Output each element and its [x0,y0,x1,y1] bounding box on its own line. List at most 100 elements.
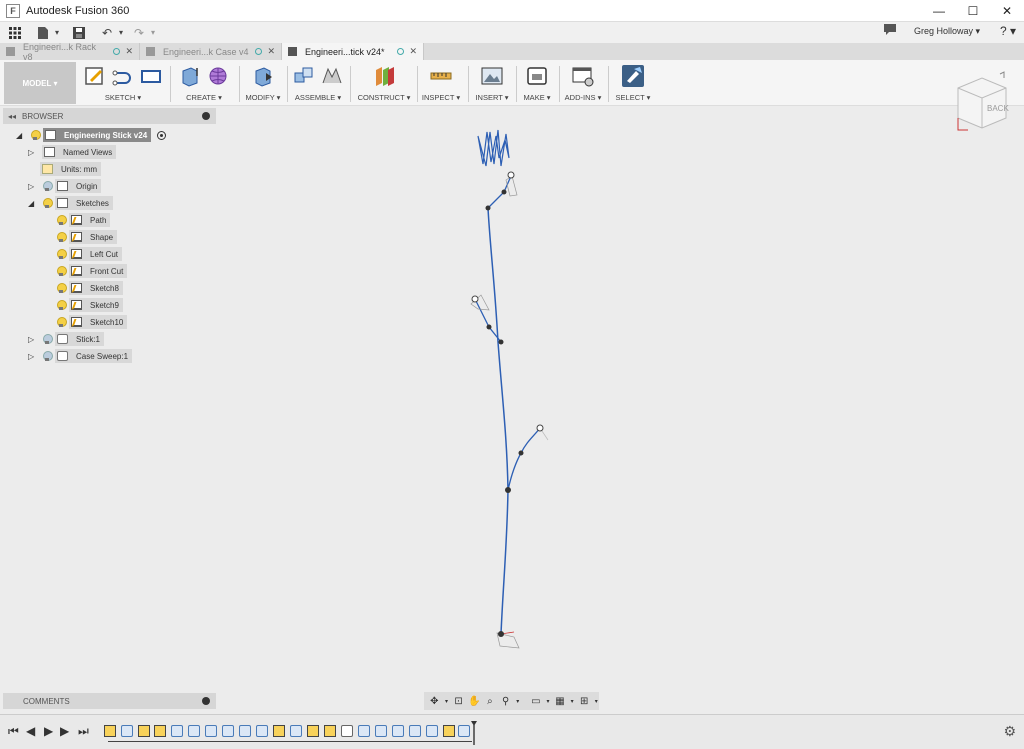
browser-panel-header[interactable]: ◂◂ BROWSER [3,108,216,124]
timeline-feature-icon[interactable] [375,725,387,737]
timeline-marker-handle[interactable] [471,721,477,745]
view-cube[interactable]: BACK [952,70,1012,136]
display-caret-icon[interactable]: ▾ [545,695,550,707]
timeline-feature-icon[interactable] [290,725,302,737]
timeline-sketch-icon[interactable] [273,725,285,737]
modify-group[interactable]: MODIFY ▾ [240,62,286,104]
viewports-caret-icon[interactable]: ▾ [594,695,599,707]
timeline-settings-gear-icon[interactable]: ⚙ [1003,723,1016,740]
sketch-group[interactable]: SKETCH ▾ [80,62,166,104]
grid-settings-icon[interactable]: ▦ [554,695,567,707]
timeline-feature-icon[interactable] [392,725,404,737]
browser-pin-icon[interactable] [202,112,210,120]
expand-triangle-icon[interactable]: ▷ [28,335,38,344]
press-pull-icon[interactable] [252,65,274,87]
offset-plane-icon[interactable] [373,65,395,87]
grid-caret-icon[interactable]: ▾ [569,695,574,707]
user-account-menu[interactable]: Greg Holloway ▾ [914,26,980,37]
visibility-bulb-icon[interactable] [42,180,53,192]
timeline-feature-icon[interactable] [458,725,470,737]
joint-icon[interactable] [321,65,343,87]
go-to-start-icon[interactable]: ⏮ [8,724,19,739]
activate-component-icon[interactable] [157,130,167,140]
timeline-feature-icon[interactable] [239,725,251,737]
expand-triangle-icon[interactable]: ▷ [28,148,38,157]
sketch-item-front-cut[interactable]: Front Cut [56,264,128,278]
timeline-sketch-icon[interactable] [307,725,319,737]
insert-group[interactable]: INSERT ▾ [470,62,514,104]
new-component-icon[interactable] [293,65,315,87]
collapse-triangle-icon[interactable]: ◢ [16,131,26,140]
comments-pin-icon[interactable] [202,697,210,705]
visibility-bulb-icon[interactable] [56,231,67,243]
timeline-feature-icon[interactable] [426,725,438,737]
file-menu-caret-icon[interactable]: ▾ [52,22,62,43]
create-sketch-icon[interactable] [84,65,106,87]
expand-triangle-icon[interactable]: ▷ [28,352,38,361]
minimize-button[interactable]: — [922,0,956,22]
redo-caret-icon[interactable]: ▾ [148,22,158,43]
timeline-feature-icon[interactable] [358,725,370,737]
assemble-group[interactable]: ASSEMBLE ▾ [288,62,348,104]
file-menu-icon[interactable] [34,22,52,43]
sketch-item-sketch10[interactable]: Sketch10 [56,315,128,329]
step-back-icon[interactable]: ◀ [26,724,35,738]
collapse-triangle-icon[interactable]: ◢ [28,199,38,208]
timeline-sketch-icon[interactable] [104,725,116,737]
browser-row-sketches[interactable]: ◢ Sketches [28,196,113,210]
visibility-bulb-icon[interactable] [42,197,53,209]
timeline-sketch-icon[interactable] [324,725,336,737]
sketch-item-sketch9[interactable]: Sketch9 [56,298,123,312]
measure-icon[interactable] [430,65,452,87]
visibility-bulb-icon[interactable] [56,214,67,226]
expand-triangle-icon[interactable]: ▷ [28,182,38,191]
browser-row-named-views[interactable]: ▷ Named Views [28,145,117,159]
timeline-sketch-icon[interactable] [443,725,455,737]
zoom-icon[interactable]: ⌕ [484,695,497,707]
pan-hand-icon[interactable]: ✋ [468,695,481,707]
visibility-bulb-icon[interactable] [56,248,67,260]
browser-row-case-sweep[interactable]: ▷ Case Sweep:1 [28,349,133,363]
tab-close-icon[interactable]: ✕ [125,46,133,57]
timeline-feature-icon[interactable] [256,725,268,737]
timeline-sketch-icon[interactable] [154,725,166,737]
timeline-feature-icon[interactable] [205,725,217,737]
visibility-bulb-icon[interactable] [30,129,41,141]
timeline-feature-icon[interactable] [409,725,421,737]
timeline-body-icon[interactable] [341,725,353,737]
visibility-bulb-icon[interactable] [42,333,53,345]
data-panel-grid-icon[interactable] [0,22,30,43]
fit-zoom-icon[interactable]: ⚲ [499,695,512,707]
undo-icon[interactable]: ↶ [98,22,116,43]
tab-close-icon[interactable]: ✕ [409,46,417,57]
tab-engineering-case[interactable]: Engineeri...k Case v4 ✕ [140,43,282,60]
line-icon[interactable] [112,65,134,87]
timeline-sketch-icon[interactable] [138,725,150,737]
insert-image-icon[interactable] [481,65,503,87]
browser-root-row[interactable]: ◢ Engineering Stick v24 [16,128,167,142]
display-settings-icon[interactable]: ▭ [530,695,543,707]
scripts-addins-icon[interactable] [572,65,594,87]
timeline-feature-icon[interactable] [171,725,183,737]
sketch-item-path[interactable]: Path [56,213,111,227]
create-group[interactable]: CREATE ▾ [172,62,236,104]
orbit-caret-icon[interactable]: ▾ [444,695,449,707]
maximize-button[interactable]: ☐ [956,0,990,22]
collapse-browser-icon[interactable]: ◂◂ [8,112,16,121]
workspace-switcher[interactable]: MODEL ▾ [4,62,76,104]
select-tool-icon[interactable] [622,65,644,87]
go-to-end-icon[interactable]: ⏭ [78,724,89,739]
save-icon[interactable] [66,22,92,43]
select-group[interactable]: SELECT ▾ [610,62,656,104]
sphere-icon[interactable] [207,65,229,87]
timeline-feature-icon[interactable] [222,725,234,737]
visibility-bulb-icon[interactable] [56,316,67,328]
zoom-caret-icon[interactable]: ▾ [515,695,520,707]
construct-group[interactable]: CONSTRUCT ▾ [352,62,416,104]
tab-engineering-rack[interactable]: Engineeri...k Rack v8 ✕ [0,42,140,62]
sketch-item-sketch8[interactable]: Sketch8 [56,281,123,295]
browser-row-stick[interactable]: ▷ Stick:1 [28,332,105,346]
sketch-item-left-cut[interactable]: Left Cut [56,247,123,261]
close-window-button[interactable]: ✕ [990,0,1024,22]
redo-icon[interactable]: ↷ [130,22,148,43]
